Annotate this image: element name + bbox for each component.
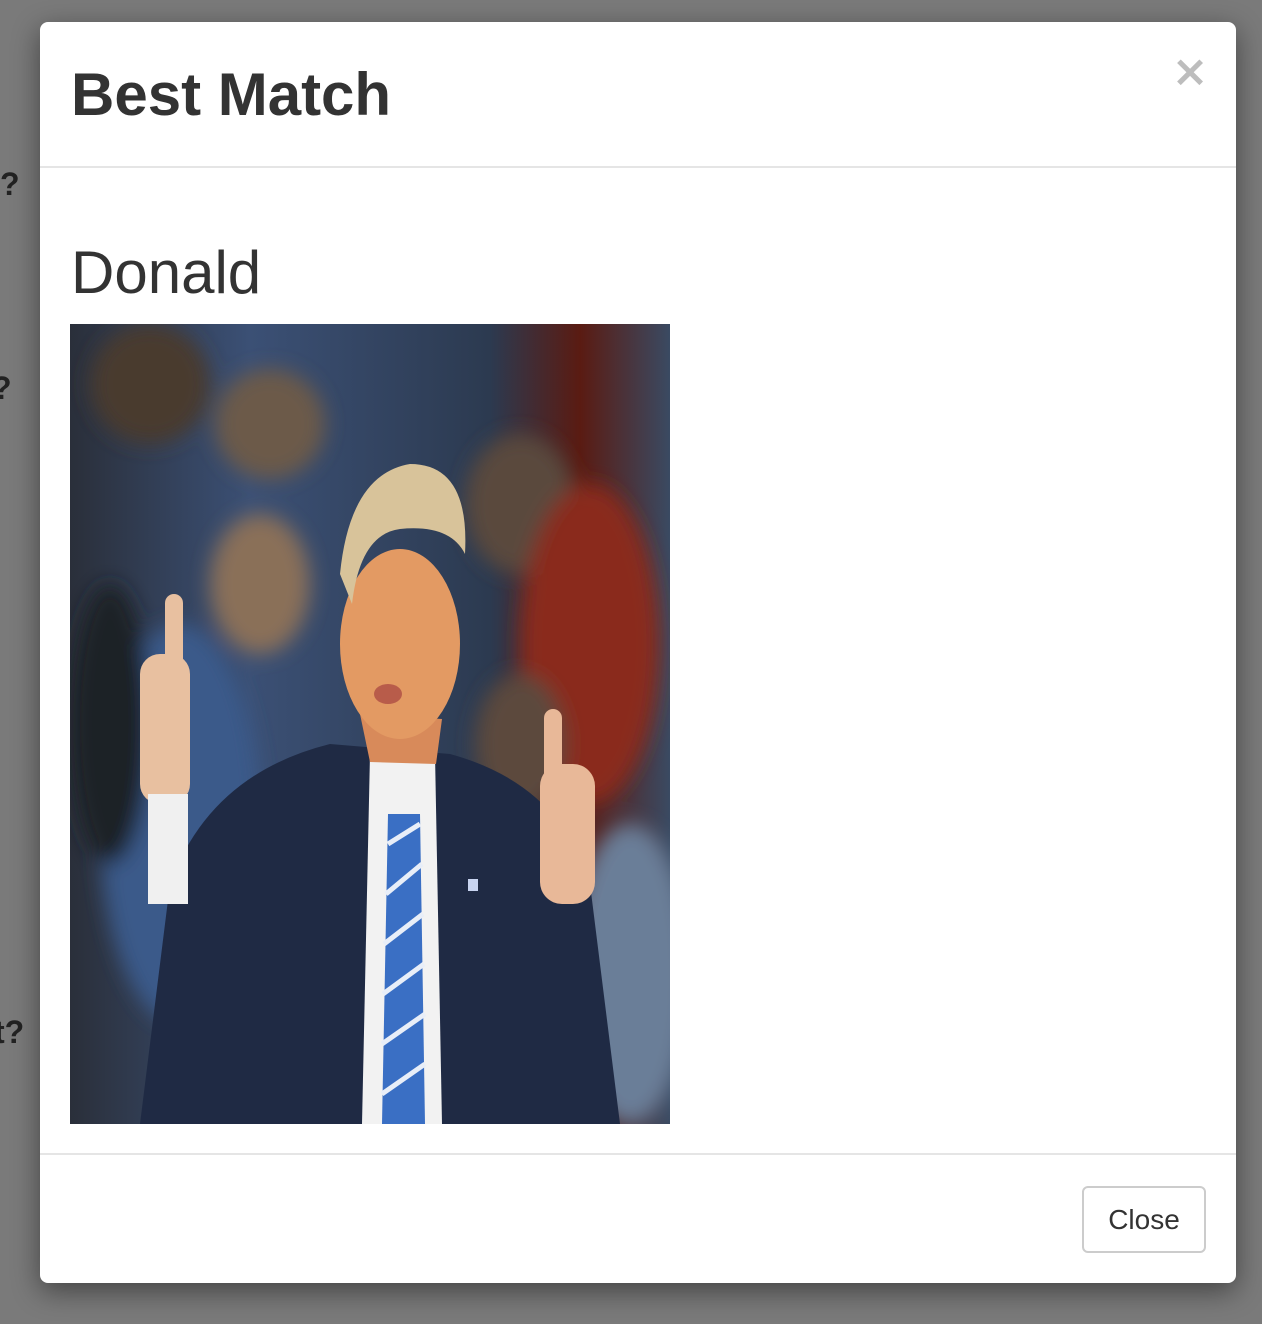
background-text-fragment: ? bbox=[0, 370, 12, 407]
background-text-fragment: t? bbox=[0, 1014, 25, 1050]
match-name: Donald bbox=[71, 239, 262, 306]
best-match-modal: Best Match × Donald Close bbox=[40, 22, 1236, 1283]
modal-header: Best Match × bbox=[40, 22, 1236, 168]
modal-body: Donald bbox=[40, 168, 1236, 1154]
background-text-fragment: ? bbox=[0, 166, 20, 202]
close-button[interactable]: Close bbox=[1082, 1186, 1206, 1253]
modal-footer: Close bbox=[40, 1153, 1236, 1283]
close-icon[interactable]: × bbox=[1170, 50, 1210, 94]
match-photo bbox=[70, 324, 670, 1124]
modal-title: Best Match bbox=[71, 61, 392, 128]
